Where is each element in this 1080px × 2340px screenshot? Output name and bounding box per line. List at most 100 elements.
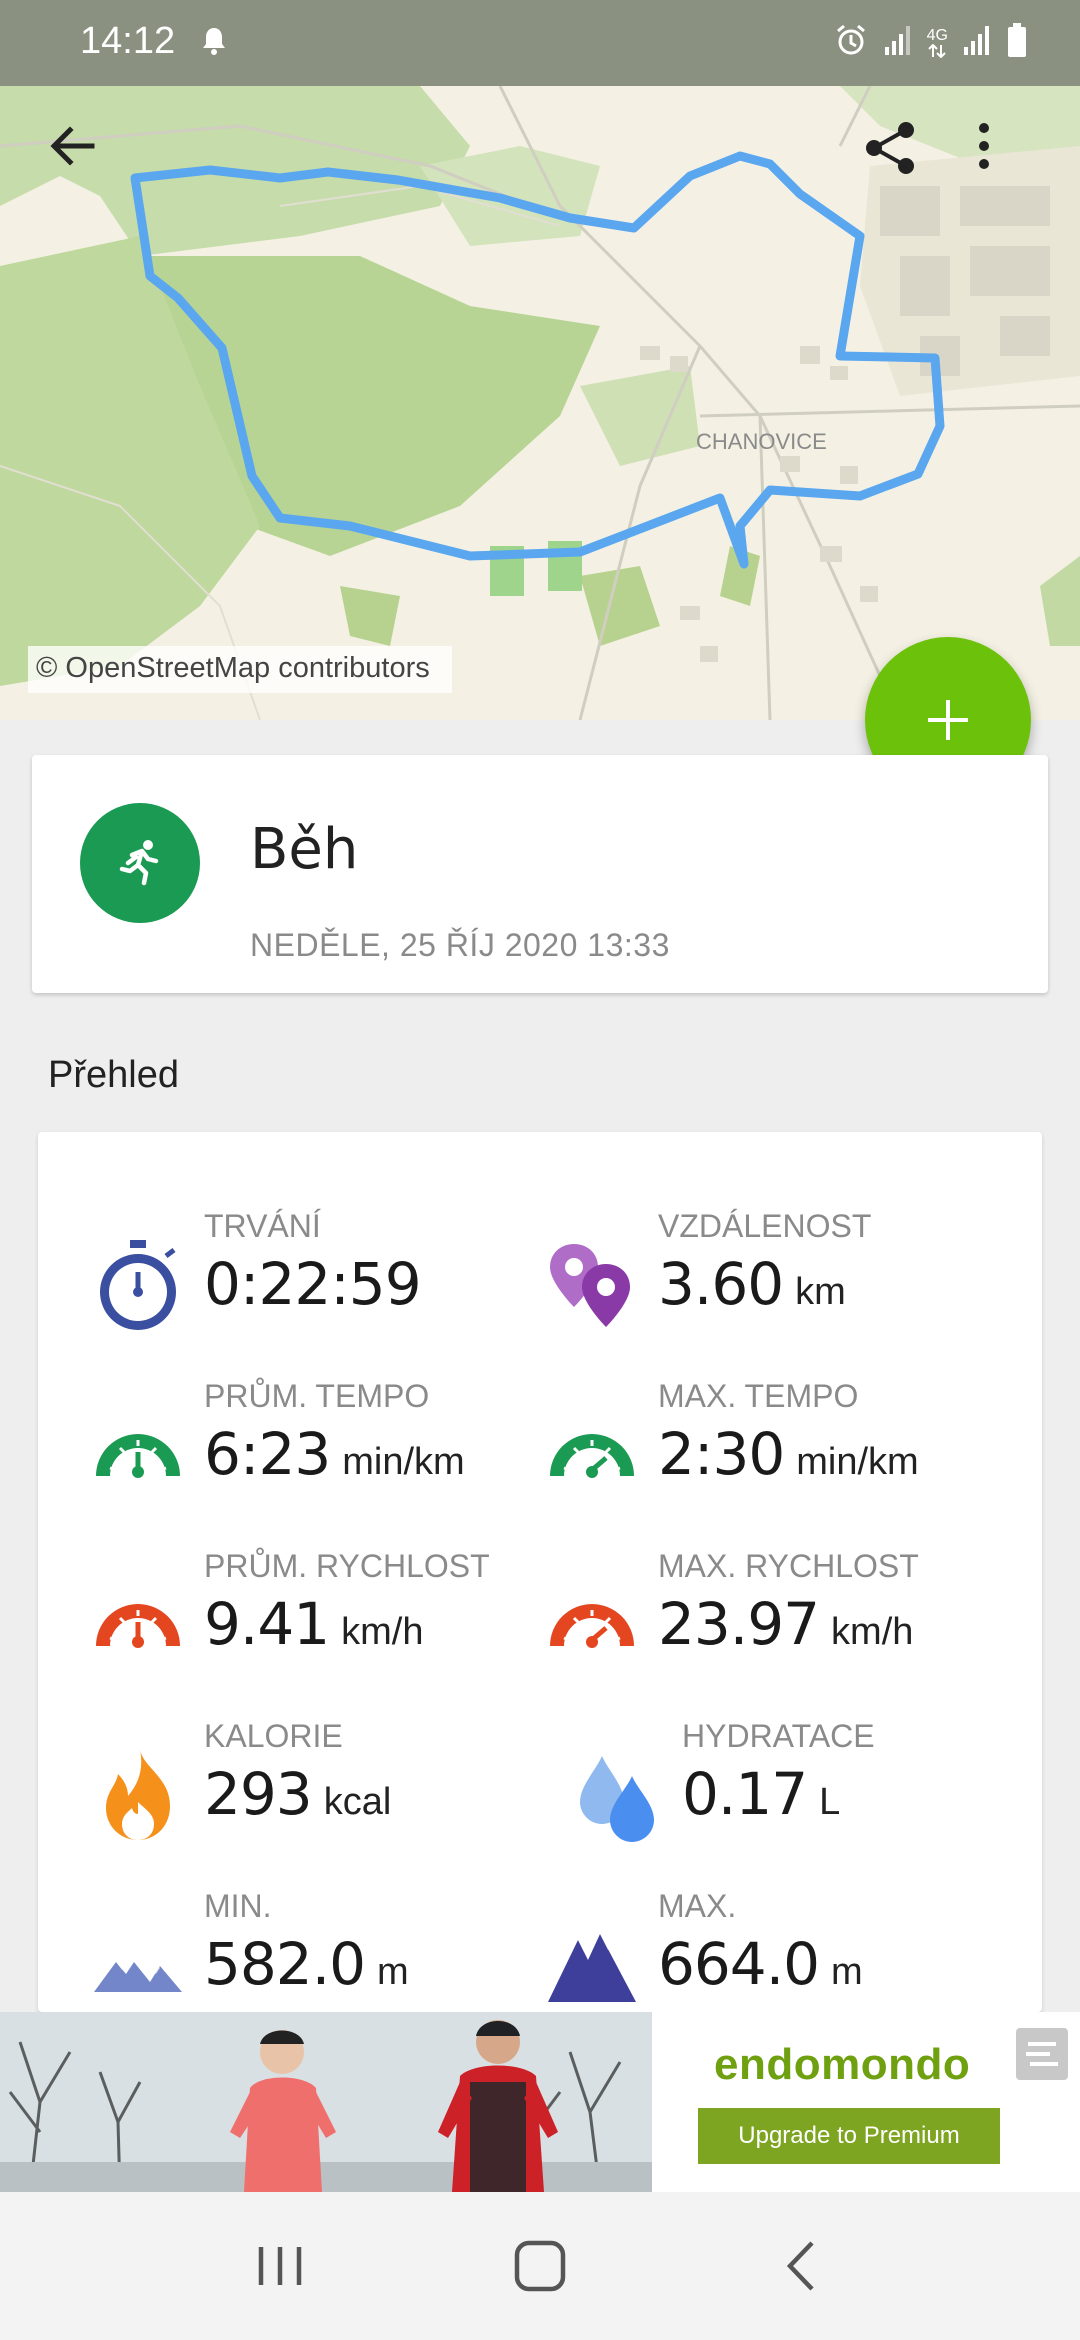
water-drops-icon <box>566 1746 666 1846</box>
stat-unit: km/h <box>341 1611 424 1653</box>
ad-banner[interactable]: endomondo Upgrade to Premium <box>0 2012 1080 2192</box>
stat-unit: km/h <box>831 1611 914 1653</box>
stat-value: 293 kcal <box>204 1760 391 1828</box>
sport-name: Běh <box>250 817 359 882</box>
gauge-green-icon <box>88 1406 188 1506</box>
stat-unit: m <box>377 1951 409 1993</box>
stat-label: MAX. <box>658 1888 737 1924</box>
ad-content: endomondo Upgrade to Premium <box>652 2012 1080 2192</box>
bell-icon <box>200 26 228 61</box>
back-chevron-icon <box>786 2241 814 2291</box>
stat-value: 3.60 km <box>658 1250 846 1318</box>
gauge-red-icon <box>88 1576 188 1676</box>
stat-distance: VZDÁLENOST 3.60 km <box>542 1208 1002 1338</box>
overview-card: TRVÁNÍ 0:22:59 VZDÁLENOST 3.60 km PRŮM. T… <box>38 1132 1042 2012</box>
route-map[interactable]: CHANOVICE © OpenStreetMap contributors <box>0 86 1080 720</box>
stat-label: TRVÁNÍ <box>204 1208 321 1244</box>
stat-number: 664.0 <box>658 1930 820 1998</box>
stat-label: KALORIE <box>204 1718 343 1754</box>
flame-icon <box>88 1746 188 1846</box>
share-icon <box>866 122 914 174</box>
stat-value: 0:22:59 <box>204 1250 433 1318</box>
home-icon <box>514 2240 566 2292</box>
map-place-label: CHANOVICE <box>696 429 827 454</box>
stat-unit: kcal <box>323 1781 392 1823</box>
map-credit[interactable]: © OpenStreetMap contributors <box>28 646 452 693</box>
stat-value: 0.17 L <box>682 1760 840 1828</box>
stat-calories: KALORIE 293 kcal <box>88 1718 528 1848</box>
stat-value: 9.41 km/h <box>204 1590 424 1658</box>
home-button[interactable] <box>495 2221 585 2311</box>
stopwatch-icon <box>88 1236 188 1336</box>
signal-icon-2 <box>962 23 992 62</box>
stat-max-pace: MAX. TEMPO 2:30 min/km <box>542 1378 1002 1508</box>
stat-label: PRŮM. TEMPO <box>204 1378 430 1414</box>
stat-number: 9.41 <box>204 1590 330 1658</box>
stat-unit: L <box>819 1781 841 1823</box>
workout-header-card: Běh NEDĚLE, 25 ŘÍJ 2020 13:33 <box>32 755 1048 993</box>
stat-label: HYDRATACE <box>682 1718 875 1754</box>
ad-brand-logo: endomondo <box>714 2040 971 2089</box>
back-button[interactable] <box>44 118 124 198</box>
stat-number: 3.60 <box>658 1250 784 1318</box>
stat-max-elevation: MAX. 664.0 m <box>542 1888 1002 2012</box>
sport-avatar <box>80 803 200 923</box>
stat-avg-speed: PRŮM. RYCHLOST 9.41 km/h <box>88 1548 528 1678</box>
app-screen: 14:12 4G CHANOVICE © OpenStreetMap contr… <box>0 0 1080 2340</box>
stat-label: MIN. <box>204 1888 272 1924</box>
network-label: 4G <box>926 26 948 44</box>
stat-value: 6:23 min/km <box>204 1420 465 1488</box>
more-options-button[interactable] <box>974 118 1054 198</box>
stat-number: 0.17 <box>682 1760 808 1828</box>
arrow-back-icon <box>50 126 95 166</box>
running-icon <box>119 840 159 886</box>
stat-avg-pace: PRŮM. TEMPO 6:23 min/km <box>88 1378 528 1508</box>
more-vert-icon <box>979 123 989 169</box>
stat-label: PRŮM. RYCHLOST <box>204 1548 490 1584</box>
stat-unit: m <box>831 1951 863 1993</box>
stat-unit: min/km <box>796 1441 919 1483</box>
overview-title: Přehled <box>48 1054 179 1096</box>
back-nav-button[interactable] <box>755 2221 845 2311</box>
stat-duration: TRVÁNÍ 0:22:59 <box>88 1208 508 1338</box>
workout-date: NEDĚLE, 25 ŘÍJ 2020 13:33 <box>250 927 670 963</box>
ad-photo <box>0 2012 652 2192</box>
stat-value: 2:30 min/km <box>658 1420 919 1488</box>
stat-value: 23.97 km/h <box>658 1590 913 1658</box>
plus-icon <box>928 700 968 740</box>
4g-icon: 4G <box>926 26 948 58</box>
stat-label: MAX. RYCHLOST <box>658 1548 919 1584</box>
stat-unit: km <box>795 1271 846 1313</box>
stat-unit: min/km <box>342 1441 465 1483</box>
upgrade-premium-button[interactable]: Upgrade to Premium <box>698 2108 1000 2164</box>
stat-min-elevation: MIN. 582.0 m <box>88 1888 528 2012</box>
status-icons: 4G <box>833 22 1028 63</box>
battery-icon <box>1006 22 1028 63</box>
recent-apps-button[interactable] <box>235 2221 325 2311</box>
stat-value: 664.0 m <box>658 1930 863 1998</box>
stat-number: 2:30 <box>658 1420 785 1488</box>
stat-number: 6:23 <box>204 1420 331 1488</box>
stat-label: VZDÁLENOST <box>658 1208 872 1244</box>
mountains-dark-icon <box>542 1916 642 2012</box>
share-button[interactable] <box>860 118 940 198</box>
gauge-red-max-icon <box>542 1576 642 1676</box>
location-pins-icon <box>542 1236 642 1336</box>
stat-number: 23.97 <box>658 1590 820 1658</box>
stat-value: 582.0 m <box>204 1930 409 1998</box>
stat-number: 582.0 <box>204 1930 366 1998</box>
recent-apps-icon <box>258 2247 302 2285</box>
alarm-icon <box>833 22 869 63</box>
system-nav-bar <box>0 2192 1080 2340</box>
ad-info-icon[interactable] <box>1014 2026 1070 2082</box>
status-bar: 14:12 4G <box>0 0 1080 86</box>
stat-label: MAX. TEMPO <box>658 1378 859 1414</box>
stat-number: 293 <box>204 1760 313 1828</box>
stat-max-speed: MAX. RYCHLOST 23.97 km/h <box>542 1548 1002 1678</box>
stat-number: 0:22:59 <box>204 1250 422 1318</box>
status-time: 14:12 <box>80 20 176 62</box>
gauge-green-max-icon <box>542 1406 642 1506</box>
stat-hydration: HYDRATACE 0.17 L <box>566 1718 1006 1848</box>
mountains-light-icon <box>88 1916 188 2012</box>
signal-icon <box>883 23 913 62</box>
